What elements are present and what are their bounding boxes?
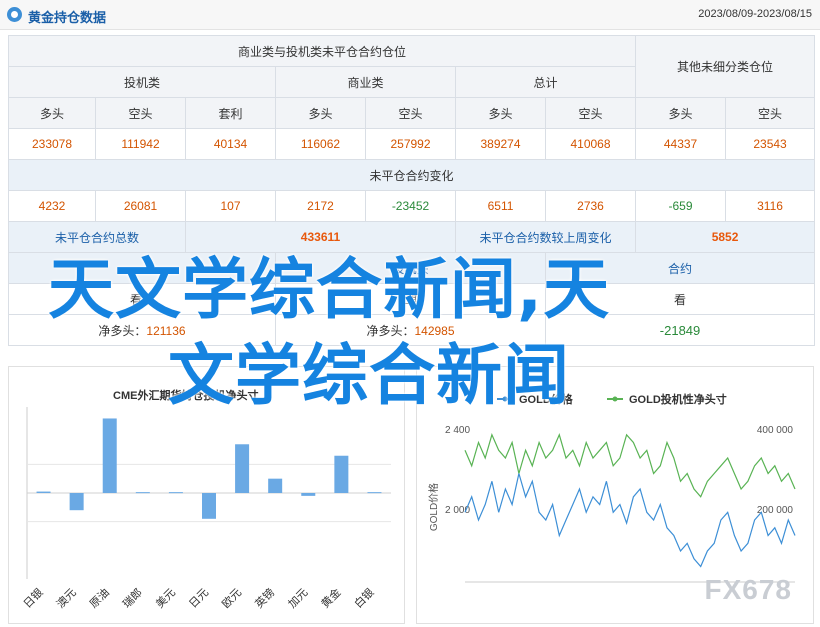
row5-left xyxy=(8,252,276,284)
change-cell: -659 xyxy=(635,190,727,222)
net-long-mid: 净多头：142985 xyxy=(275,314,546,346)
bar-category-label: 英镑 xyxy=(252,585,277,610)
bar-category-label: 澳元 xyxy=(54,586,79,611)
position-cell: 40134 xyxy=(185,128,276,160)
position-cell: 23543 xyxy=(725,128,816,160)
legend-label: GOLD价格 xyxy=(519,392,574,406)
row5-mid: 投机头 xyxy=(275,252,546,284)
change-cell: -23452 xyxy=(365,190,456,222)
position-cell: 111942 xyxy=(95,128,186,160)
left-tick: 2 000 xyxy=(445,505,470,516)
position-cell: 389274 xyxy=(455,128,546,160)
group-commercial-header: 商业类与投机类未平仓合约仓位 xyxy=(7,35,637,67)
position-cell: 257992 xyxy=(365,128,456,160)
change-cell: 2172 xyxy=(275,190,366,222)
col-spread: 套利 xyxy=(185,97,276,129)
bar-mark xyxy=(102,418,117,493)
bar-mark xyxy=(301,493,316,496)
line-ylabel: GOLD价格 xyxy=(427,483,440,531)
bar-mark xyxy=(135,492,150,494)
bar-category-label: 日元 xyxy=(187,587,211,611)
row6-right: 看 xyxy=(544,283,816,315)
change-cell: 2736 xyxy=(544,190,637,222)
col-short: 空头 xyxy=(725,97,816,129)
net-long-prefix: 净多头： xyxy=(366,323,415,338)
watermark: FX678 xyxy=(704,574,792,605)
change-cell: 4232 xyxy=(8,190,96,222)
col-short: 空头 xyxy=(365,97,456,129)
bar-mark xyxy=(202,493,216,519)
net-long-value: 142985 xyxy=(414,323,455,338)
legend-label: GOLD投机性净头寸 xyxy=(629,392,727,406)
col-short: 空头 xyxy=(544,97,637,129)
gold-position-table: 商业类与投机类未平仓合约仓位 其他未细分类仓位 投机类 商业类 总计 多头 空头… xyxy=(7,35,816,346)
col-long: 多头 xyxy=(635,97,727,129)
logo-icon xyxy=(7,7,22,22)
net-long-left: 净多头：121136 xyxy=(8,314,276,346)
group-other-header: 其他未细分类仓位 xyxy=(635,35,816,98)
oi-total-label: 未平仓合约总数 xyxy=(8,221,186,253)
row5-right: 合约 xyxy=(544,252,816,284)
commercial-header: 商业类 xyxy=(275,66,456,98)
position-cell: 410068 xyxy=(544,128,637,160)
row6-mid: 二期 xyxy=(275,283,546,315)
bar-category-label: 欧元 xyxy=(219,586,244,611)
row6-left: 看跌 xyxy=(8,283,276,315)
top-bar: 黄金持仓数据 2023/08/09-2023/08/15 xyxy=(0,0,820,30)
bar-category-label: 瑞郎 xyxy=(119,585,144,610)
bar-chart: 日银 澳元 原油 瑞郎 美元 日元 欧元 英镑 加元 黄金 白银 xyxy=(20,407,391,611)
oi-total-value: 433611 xyxy=(185,221,456,253)
page-title: 黄金持仓数据 xyxy=(28,10,107,25)
oi-change-value: 5852 xyxy=(635,221,816,253)
bar-category-label: 日银 xyxy=(20,585,45,610)
net-long-prefix: 净多头： xyxy=(98,323,147,338)
price-line xyxy=(464,473,796,568)
bar-mark xyxy=(69,493,84,511)
bar-category-label: 加元 xyxy=(286,586,311,611)
position-cell: 44337 xyxy=(635,128,727,160)
oi-change-label: 未平仓合约数较上周变化 xyxy=(454,221,637,253)
legend-dot xyxy=(612,396,618,402)
net-long-value: 121136 xyxy=(146,323,186,338)
bar-mark xyxy=(268,478,283,493)
change-cell: 107 xyxy=(185,190,276,222)
total-header: 总计 xyxy=(454,66,637,98)
bar-category-label: 美元 xyxy=(153,586,178,611)
legend-dot xyxy=(502,396,508,402)
left-tick: 2 400 xyxy=(445,425,470,436)
bar-mark xyxy=(367,492,382,494)
bar-mark xyxy=(36,491,51,493)
col-long: 多头 xyxy=(275,97,366,129)
change-section-header: 未平仓合约变化 xyxy=(7,159,816,191)
col-long: 多头 xyxy=(8,97,96,129)
change-cell: 6511 xyxy=(455,190,546,222)
bar-category-label: 白银 xyxy=(351,585,376,610)
bar-mark xyxy=(235,444,250,493)
net-right: -21849 xyxy=(544,314,816,346)
position-cell: 116062 xyxy=(275,128,366,160)
bar-mark xyxy=(168,492,183,494)
speculative-header: 投机类 xyxy=(8,66,276,98)
col-long: 多头 xyxy=(455,97,546,129)
position-cell: 233078 xyxy=(8,128,96,160)
col-short: 空头 xyxy=(95,97,186,129)
change-cell: 26081 xyxy=(95,190,186,222)
right-tick: 400 000 xyxy=(757,425,794,436)
bar-category-label: 原油 xyxy=(86,585,111,610)
bar-category-label: 黄金 xyxy=(318,585,343,610)
bar-mark xyxy=(334,455,349,493)
net-right-value: -21849 xyxy=(659,322,701,338)
bar-chart-panel: CME外汇期货持仓投机净头寸 日银 澳元 原油 瑞郎 美元 日元 欧元 英镑 加元 黄金 白银 xyxy=(8,366,405,624)
net-position-line xyxy=(464,433,796,498)
change-cell: 3116 xyxy=(725,190,816,222)
date-range: 2023/08/09-2023/08/15 xyxy=(698,8,812,20)
